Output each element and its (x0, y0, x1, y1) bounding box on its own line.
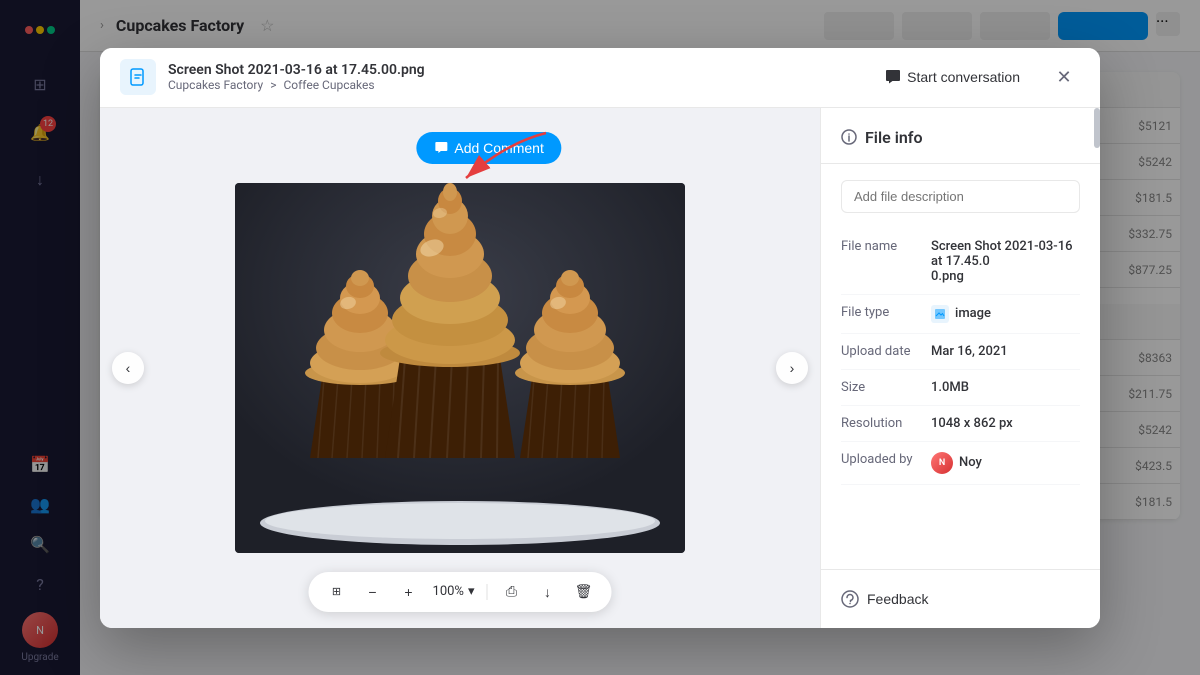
label-file-type: File type (841, 305, 931, 320)
file-info-row-size: Size 1.0MB (841, 370, 1080, 406)
file-type-icon (120, 59, 156, 95)
comment-icon (434, 141, 448, 155)
print-button[interactable]: ⎙ (499, 580, 523, 604)
label-upload-date: Upload date (841, 344, 931, 359)
image-toolbar: ⊞ − + 100% ▾ ⎙ ↓ 🗑 (309, 572, 612, 612)
file-title-area: Screen Shot 2021-03-16 at 17.45.00.png C… (168, 62, 857, 92)
value-file-type: image (931, 305, 1080, 323)
close-icon: ✕ (1056, 67, 1071, 88)
file-info-row-date: Upload date Mar 16, 2021 (841, 334, 1080, 370)
modal-body: Add Comment ‹ › (100, 108, 1100, 628)
feedback-label: Feedback (867, 591, 928, 607)
conversation-icon (885, 69, 901, 85)
breadcrumb-child: Coffee Cupcakes (283, 78, 374, 92)
value-file-name: Screen Shot 2021-03-16 at 17.45.00.png (931, 239, 1080, 284)
zoom-value: 100% (433, 584, 464, 599)
label-size: Size (841, 380, 931, 395)
file-info-row-resolution: Resolution 1048 x 862 px (841, 406, 1080, 442)
desktop: ⊞ 🔔 12 ↓ 📅 👥 🔍 ? N Upgrade › Cupcakes Fa… (0, 0, 1200, 675)
file-info-table: File name Screen Shot 2021-03-16 at 17.4… (821, 229, 1100, 569)
zoom-in-button[interactable]: + (397, 580, 421, 604)
file-info-row-type: File type image (841, 295, 1080, 334)
nav-arrow-left[interactable]: ‹ (112, 352, 144, 384)
value-uploaded-by: N Noy (931, 452, 1080, 474)
info-title: File info (865, 128, 923, 147)
info-icon (841, 129, 857, 145)
breadcrumb-parent: Cupcakes Factory (168, 78, 263, 92)
toolbar-divider (486, 584, 487, 600)
value-size: 1.0MB (931, 380, 1080, 395)
feedback-button[interactable]: Feedback (841, 586, 928, 612)
zoom-display: 100% ▾ (433, 584, 475, 599)
file-info-row-uploader: Uploaded by N Noy (841, 442, 1080, 485)
value-resolution: 1048 x 862 px (931, 416, 1080, 431)
fit-screen-button[interactable]: ⊞ (325, 580, 349, 604)
image-container (235, 183, 685, 553)
image-panel: Add Comment ‹ › (100, 108, 820, 628)
modal-overlay[interactable]: Screen Shot 2021-03-16 at 17.45.00.png C… (0, 0, 1200, 675)
feedback-icon (841, 590, 859, 608)
file-type-small-icon (931, 305, 949, 323)
download-button[interactable]: ↓ (535, 580, 559, 604)
zoom-chevron: ▾ (468, 584, 475, 599)
label-resolution: Resolution (841, 416, 931, 431)
value-upload-date: Mar 16, 2021 (931, 344, 1080, 359)
breadcrumb-separator: > (270, 78, 279, 92)
start-conversation-label: Start conversation (907, 69, 1020, 85)
breadcrumb: Cupcakes Factory > Coffee Cupcakes (168, 78, 857, 92)
modal-header: Screen Shot 2021-03-16 at 17.45.00.png C… (100, 48, 1100, 108)
scrollbar-handle[interactable] (1094, 108, 1100, 148)
add-comment-button[interactable]: Add Comment (416, 132, 561, 164)
info-panel-header: File info (821, 108, 1100, 164)
header-actions: Start conversation ✕ (869, 61, 1080, 93)
nav-arrow-right[interactable]: › (776, 352, 808, 384)
file-info-row-name: File name Screen Shot 2021-03-16 at 17.4… (841, 229, 1080, 295)
add-comment-label: Add Comment (454, 140, 543, 156)
cupcake-image (235, 183, 685, 553)
file-name: Screen Shot 2021-03-16 at 17.45.00.png (168, 62, 857, 78)
file-description-input[interactable] (841, 180, 1080, 213)
info-panel-footer: Feedback (821, 569, 1100, 628)
zoom-out-button[interactable]: − (361, 580, 385, 604)
file-info-panel: File info File name Screen Shot 2021-03-… (820, 108, 1100, 628)
label-file-name: File name (841, 239, 931, 254)
close-button[interactable]: ✕ (1048, 61, 1080, 93)
uploader-avatar: N (931, 452, 953, 474)
label-uploaded-by: Uploaded by (841, 452, 931, 467)
start-conversation-button[interactable]: Start conversation (869, 61, 1036, 93)
file-preview-modal: Screen Shot 2021-03-16 at 17.45.00.png C… (100, 48, 1100, 628)
delete-button[interactable]: 🗑 (571, 580, 595, 604)
